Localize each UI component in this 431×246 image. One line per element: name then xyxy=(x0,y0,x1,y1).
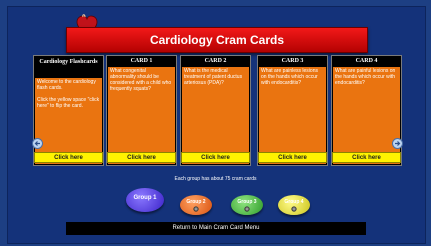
next-arrow-button[interactable] xyxy=(392,138,403,149)
group-3-label: Group 3 xyxy=(237,199,257,205)
card-1: CARD 1 What congenital abnormality shoul… xyxy=(106,55,177,166)
card-2-click-button[interactable]: Click here xyxy=(181,152,250,163)
group-4-label: Group 4 xyxy=(284,199,304,205)
card-2-text: What is the medical treatment of patent … xyxy=(184,68,243,86)
arrow-left-icon xyxy=(34,141,40,146)
card-1-body: What congenital abnormality should be co… xyxy=(108,67,175,164)
intro-card-text: Welcome to the cardiology flash cards. C… xyxy=(37,79,100,109)
card-2-body: What is the medical treatment of patent … xyxy=(182,67,249,164)
group-1-button[interactable]: Group 1 xyxy=(126,188,164,212)
group-4-button[interactable]: Group 4 xyxy=(278,195,310,215)
card-3: CARD 3 What are painless lesions on the … xyxy=(257,55,328,166)
info-text: Each group has about 75 cram cards xyxy=(174,176,257,182)
card-1-header: CARD 1 xyxy=(130,58,153,64)
intro-card-click-button[interactable]: Click here xyxy=(34,152,103,163)
intro-card: Cardiology Flashcards Welcome to the car… xyxy=(33,55,104,166)
gear-icon xyxy=(291,206,297,212)
gear-icon xyxy=(244,206,250,212)
card-3-header: CARD 3 xyxy=(281,58,304,64)
return-menu-button[interactable]: Return to Main Cram Card Menu xyxy=(66,222,366,235)
card-3-body: What are painless lesions on the hands w… xyxy=(259,67,326,164)
card-4-header: CARD 4 xyxy=(355,58,378,64)
gear-icon xyxy=(193,206,199,212)
card-2: CARD 2 What is the medical treatment of … xyxy=(180,55,251,166)
card-3-click-button[interactable]: Click here xyxy=(258,152,327,163)
group-2-button[interactable]: Group 2 xyxy=(180,195,212,215)
card-4-body: What are painful lesions on the hands wh… xyxy=(333,67,400,164)
card-1-text: What congenital abnormality should be co… xyxy=(110,68,172,92)
card-1-click-button[interactable]: Click here xyxy=(107,152,176,163)
card-4: CARD 4 What are painful lesions on the h… xyxy=(331,55,402,166)
arrow-right-icon xyxy=(395,141,401,146)
card-4-text: What are painful lesions on the hands wh… xyxy=(335,68,396,86)
group-3-button[interactable]: Group 3 xyxy=(231,195,263,215)
card-3-text: What are painless lesions on the hands w… xyxy=(261,68,318,86)
card-2-header: CARD 2 xyxy=(204,58,227,64)
intro-card-header: Cardiology Flashcards xyxy=(39,59,98,65)
app-title: Cardiology Cram Cards xyxy=(66,27,368,53)
card-4-click-button[interactable]: Click here xyxy=(332,152,401,163)
group-1-label: Group 1 xyxy=(133,195,157,201)
prev-arrow-button[interactable] xyxy=(32,138,43,149)
group-2-label: Group 2 xyxy=(186,199,206,205)
